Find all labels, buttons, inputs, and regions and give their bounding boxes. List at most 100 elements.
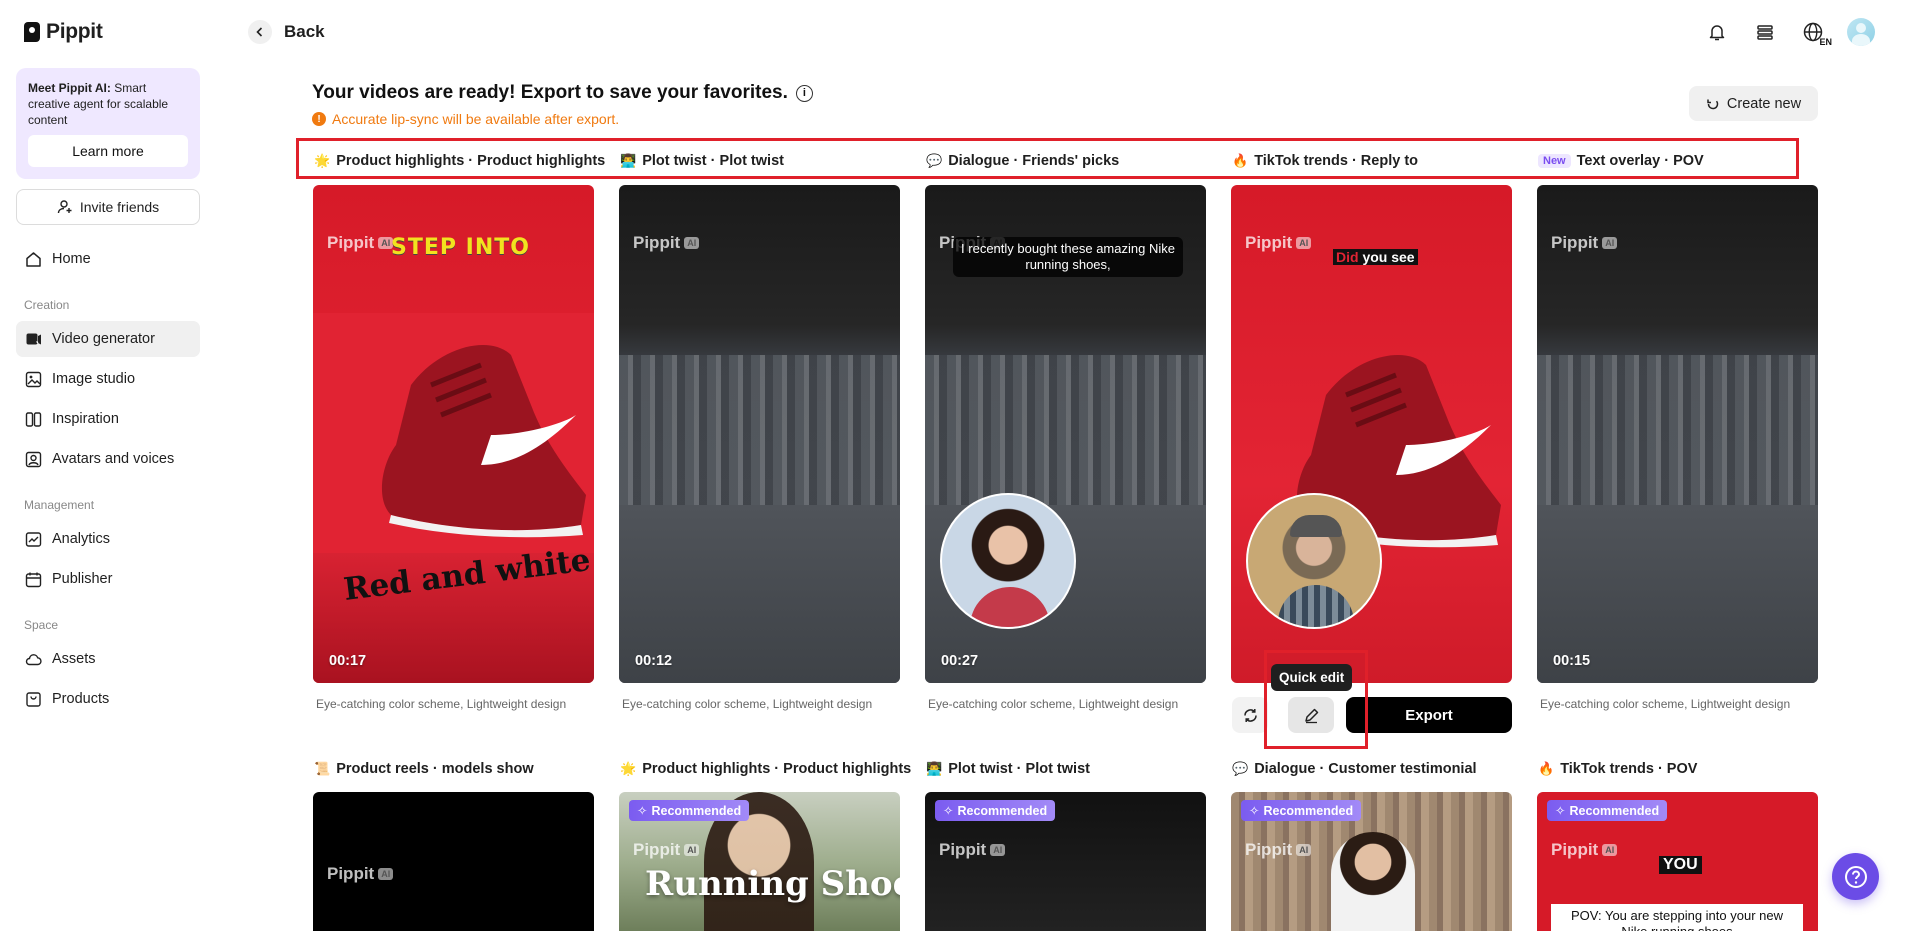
video-overlay-text: Did you see	[1333, 249, 1418, 265]
video-card[interactable]: Pippit AI 00:15	[1537, 185, 1818, 683]
video-duration: 00:27	[941, 653, 979, 669]
cloud-icon	[24, 650, 42, 668]
sidebar-item-publisher[interactable]: Publisher	[16, 561, 200, 597]
sidebar: Pippit Meet Pippit AI: Smart creative ag…	[0, 0, 216, 931]
app-name: Pippit	[46, 20, 103, 43]
nav-section-management: Management	[24, 498, 95, 512]
warning-icon: !	[312, 112, 326, 126]
learn-more-button[interactable]: Learn more	[28, 135, 188, 167]
sidebar-item-analytics[interactable]: Analytics	[16, 521, 200, 557]
bell-icon[interactable]	[1703, 18, 1731, 46]
page-title-text: Your videos are ready! Export to save yo…	[312, 82, 788, 103]
person-icon: 👨‍💻	[620, 153, 637, 168]
pippit-watermark: PippitAI	[1551, 233, 1618, 253]
warning-text: Accurate lip-sync will be available afte…	[332, 111, 620, 127]
add-user-icon	[57, 200, 72, 214]
video-duration: 00:17	[329, 653, 367, 669]
category-label: 👨‍💻 Plot twist · Plot twist	[926, 761, 1090, 777]
layers-icon[interactable]	[1751, 18, 1779, 46]
sidebar-item-products[interactable]: Products	[16, 681, 200, 717]
pencil-icon	[1304, 708, 1318, 723]
video-card[interactable]: ✧ Recommended Pippit AI YOU POV: You are s…	[1537, 792, 1818, 931]
reels-icon: 📜	[314, 761, 331, 776]
nav-section-space: Space	[24, 618, 59, 632]
info-icon[interactable]: i	[795, 84, 813, 102]
help-button[interactable]	[1832, 853, 1879, 900]
video-card[interactable]: Pippit AI	[313, 792, 594, 931]
speech-bubble-icon: 💬	[1232, 761, 1249, 776]
sidebar-item-label: Home	[52, 251, 91, 267]
promo-card: Meet Pippit AI: Smart creative agent for…	[16, 68, 200, 179]
sidebar-item-image-studio[interactable]: Image studio	[16, 361, 200, 397]
home-icon	[24, 250, 42, 268]
sun-icon: 🌟	[620, 761, 637, 776]
export-button[interactable]: Export	[1346, 697, 1512, 733]
speech-bubble-icon: 💬	[926, 153, 943, 168]
category-label: 🌟 Product highlights · Product highlights	[314, 153, 606, 169]
video-card[interactable]: PippitAI I recently bought these amazing…	[925, 185, 1206, 683]
pippit-watermark: PippitAI	[1245, 840, 1312, 860]
video-duration: 00:15	[1553, 653, 1591, 669]
invite-friends-button[interactable]: Invite friends	[16, 189, 200, 225]
create-new-button[interactable]: Create new	[1689, 86, 1818, 121]
avatar-face	[1246, 493, 1382, 629]
category-label: 🔥 TikTok trends · Reply to	[1232, 153, 1419, 169]
video-overlay-text: YOU	[1659, 856, 1702, 874]
regenerate-button[interactable]	[1232, 697, 1268, 733]
quick-edit-tooltip: Quick edit	[1271, 664, 1353, 691]
user-avatar[interactable]	[1847, 18, 1875, 46]
category-label: 👨‍💻 Plot twist · Plot twist	[620, 153, 784, 169]
image-studio-icon	[24, 370, 42, 388]
pippit-watermark: PippitAI	[633, 233, 700, 253]
sidebar-item-label: Video generator	[52, 331, 155, 347]
sidebar-item-inspiration[interactable]: Inspiration	[16, 401, 200, 437]
sidebar-item-assets[interactable]: Assets	[16, 641, 200, 677]
pippit-watermark: PippitAI	[327, 233, 394, 253]
category-label: 📜 Product reels · models show	[314, 761, 534, 777]
language-selector[interactable]: EN	[1799, 18, 1832, 47]
runners-image	[619, 355, 900, 505]
video-card[interactable]: Pippit AI 00:12	[619, 185, 900, 683]
video-caption: Eye-catching color scheme, Lightweight d…	[622, 697, 873, 711]
category-label: 🌟 Product highlights · Product highlights	[620, 761, 912, 777]
video-card[interactable]: ✧ Recommended Pippit AI Running Shoe	[619, 792, 900, 931]
recommended-badge: ✧ Recommended	[629, 800, 750, 821]
recommended-badge: ✧ Recommended	[1241, 800, 1362, 821]
category-label: 💬 Dialogue · Customer testimonial	[1232, 761, 1477, 777]
quick-edit-button[interactable]	[1288, 697, 1334, 733]
sidebar-item-video-generator[interactable]: Video generator	[16, 321, 200, 357]
sparkle-icon: ✧	[943, 804, 954, 818]
runners-image	[1537, 355, 1818, 505]
sidebar-item-label: Assets	[52, 651, 96, 667]
video-card[interactable]: Pippit AI Did you see	[1231, 185, 1512, 683]
back-button[interactable]: Back	[248, 20, 325, 44]
video-caption: Eye-catching color scheme, Lightweight d…	[928, 697, 1179, 711]
video-card[interactable]: ✧ Recommended Pippit AI	[1231, 792, 1512, 931]
calendar-icon	[24, 570, 42, 588]
recommended-badge: ✧ Recommended	[935, 800, 1056, 821]
pippit-logo[interactable]: Pippit	[24, 20, 103, 44]
page-title: Your videos are ready! Export to save yo…	[312, 82, 813, 104]
refresh-icon	[1707, 99, 1719, 109]
analytics-icon	[24, 530, 42, 548]
sidebar-item-label: Analytics	[52, 531, 111, 547]
video-overlay-text: Running Shoe	[645, 864, 900, 904]
sparkle-icon: ✧	[1555, 804, 1566, 818]
pippit-watermark: PippitAI	[939, 840, 1006, 860]
top-right-toolbar: EN	[1703, 18, 1875, 47]
invite-friends-label: Invite friends	[79, 199, 160, 215]
refresh-icon	[1243, 708, 1257, 722]
sidebar-item-avatars-and-voices[interactable]: Avatars and voices	[16, 441, 200, 477]
category-label: New Text overlay · POV	[1538, 153, 1704, 169]
sun-icon: 🌟	[314, 153, 331, 168]
sidebar-item-label: Products	[52, 691, 110, 707]
sidebar-item-home[interactable]: Home	[16, 241, 200, 277]
video-generator-icon	[24, 330, 42, 348]
category-label: 🔥 TikTok trends · POV	[1538, 761, 1698, 777]
fire-icon: 🔥	[1538, 761, 1555, 776]
video-card[interactable]: ✧ Recommended Pippit AI	[925, 792, 1206, 931]
sparkle-icon: ✧	[1249, 804, 1260, 818]
inspiration-icon	[24, 410, 42, 428]
video-card[interactable]: Pippit AI STEP INTO Red and white 00:17	[313, 185, 594, 683]
sneaker-image	[381, 345, 586, 538]
